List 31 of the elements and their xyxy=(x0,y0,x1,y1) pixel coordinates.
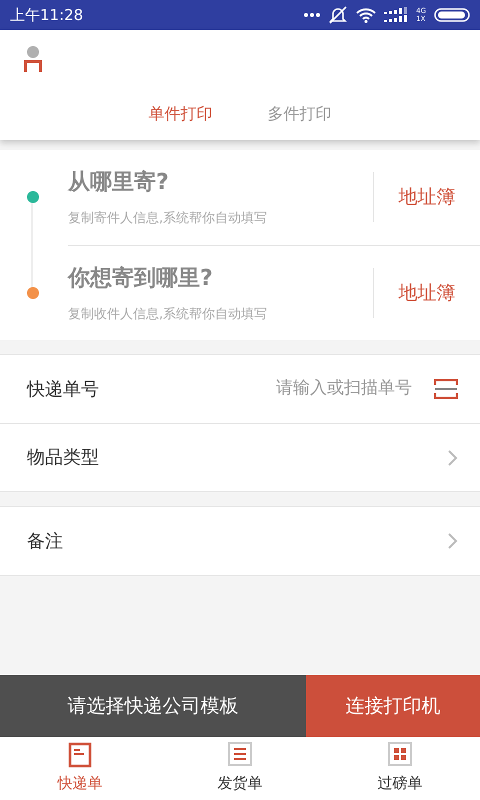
template-select-button[interactable]: 请选择快递公司模板 xyxy=(0,675,306,737)
connect-printer-button[interactable]: 连接打印机 xyxy=(306,675,480,737)
address-book-link[interactable]: 地址簿 xyxy=(373,172,480,222)
tab[interactable]: 单件打印 xyxy=(148,102,212,126)
address-title[interactable]: 你想寄到哪里? xyxy=(68,262,373,294)
wifi-icon xyxy=(356,7,376,23)
mute-icon xyxy=(328,6,348,24)
chevron-right-icon xyxy=(446,532,458,550)
address-hint: 复制寄件人信息,系统帮你自动填写 xyxy=(68,210,268,228)
more-icon xyxy=(304,13,320,17)
grid-icon xyxy=(388,742,412,768)
select-row[interactable]: 备注 xyxy=(0,507,480,575)
nav-tab[interactable]: 快递单 xyxy=(0,737,160,800)
document-icon xyxy=(68,742,92,768)
user-icon[interactable] xyxy=(24,46,42,72)
nav-tab[interactable]: 发货单 xyxy=(160,737,320,800)
status-time: 上午11:28 xyxy=(10,4,84,26)
field-label: 快递单号 xyxy=(27,378,99,402)
select-row[interactable]: 物品类型 xyxy=(0,423,480,491)
field-label: 备注 xyxy=(27,530,63,554)
chevron-right-icon xyxy=(446,448,458,466)
nav-tab[interactable]: 过磅单 xyxy=(320,737,480,800)
address-book-link[interactable]: 地址簿 xyxy=(373,268,480,318)
list-icon xyxy=(228,742,252,768)
scan-icon[interactable] xyxy=(434,379,458,399)
battery-icon xyxy=(434,8,470,22)
address-title[interactable]: 从哪里寄? xyxy=(68,166,373,199)
tab[interactable]: 多件打印 xyxy=(268,102,332,126)
field-label: 物品类型 xyxy=(27,446,99,470)
address-hint: 复制收件人信息,系统帮你自动填写 xyxy=(68,306,268,324)
signal-icon xyxy=(384,7,408,23)
